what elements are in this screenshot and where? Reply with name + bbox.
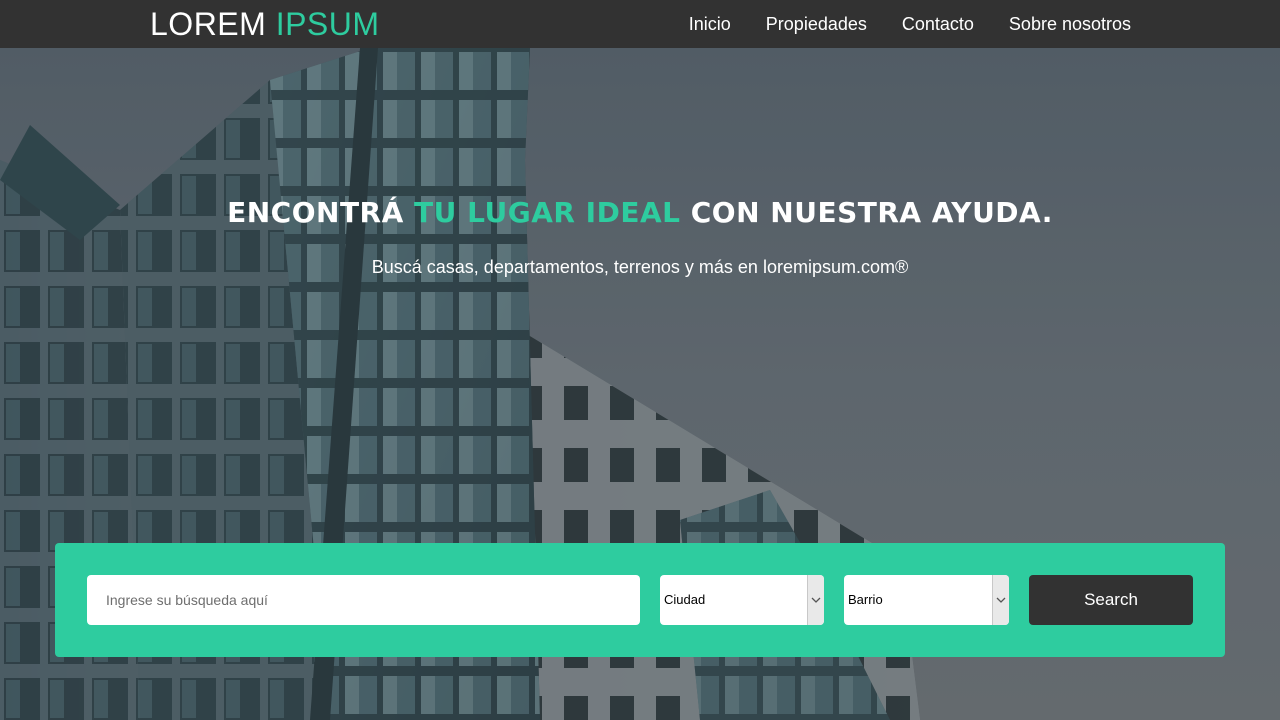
search-panel: Ciudad Barrio Search xyxy=(55,543,1225,657)
city-select[interactable]: Ciudad xyxy=(660,575,824,625)
page: LOREM IPSUM Inicio Propiedades Contacto … xyxy=(0,0,1280,720)
city-select-value: Ciudad xyxy=(664,592,706,607)
hero-title-part1: Encontrá xyxy=(227,196,404,229)
nav-link-inicio[interactable]: Inicio xyxy=(689,14,731,35)
barrio-select-value: Barrio xyxy=(848,592,883,607)
hero-title-part2: con nuestra ayuda. xyxy=(690,196,1053,229)
city-select-arrow[interactable] xyxy=(807,575,824,625)
logo-text-white: LOREM xyxy=(150,6,267,42)
main-nav: Inicio Propiedades Contacto Sobre nosotr… xyxy=(689,0,1131,48)
nav-link-propiedades[interactable]: Propiedades xyxy=(766,14,867,35)
chevron-down-icon xyxy=(811,597,821,603)
hero-title-accent: tu lugar ideal xyxy=(414,196,681,229)
hero-title: Encontrá tu lugar ideal con nuestra ayud… xyxy=(0,196,1280,229)
top-navbar: LOREM IPSUM Inicio Propiedades Contacto … xyxy=(0,0,1280,48)
search-input[interactable] xyxy=(87,575,640,625)
site-logo[interactable]: LOREM IPSUM xyxy=(150,6,380,42)
barrio-select-arrow[interactable] xyxy=(992,575,1009,625)
search-button[interactable]: Search xyxy=(1029,575,1193,625)
hero-subtitle: Buscá casas, departamentos, terrenos y m… xyxy=(371,257,909,277)
barrio-select[interactable]: Barrio xyxy=(844,575,1009,625)
nav-link-sobre-nosotros[interactable]: Sobre nosotros xyxy=(1009,14,1131,35)
logo-text-green: IPSUM xyxy=(275,6,380,42)
chevron-down-icon xyxy=(996,597,1006,603)
nav-link-contacto[interactable]: Contacto xyxy=(902,14,974,35)
